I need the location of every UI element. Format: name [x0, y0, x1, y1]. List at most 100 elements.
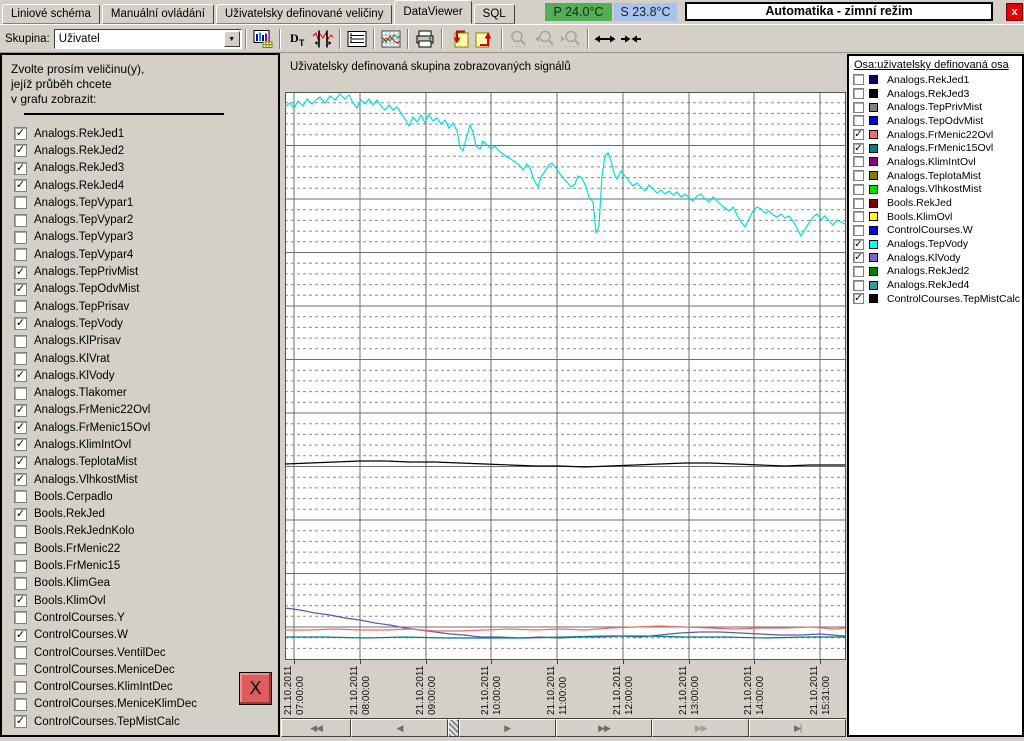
- legend-row: Analogs.RekJed3: [849, 87, 1022, 101]
- scroll-grip[interactable]: [448, 719, 459, 737]
- legend-list-icon: [346, 29, 368, 49]
- signal-checkbox-analogs-tepvypar2[interactable]: [14, 214, 27, 227]
- signal-row: ✓Analogs.KlVody: [2, 367, 278, 384]
- signal-checkbox-bools-rekjednkolo[interactable]: [14, 525, 27, 538]
- chart-report-button[interactable]: [251, 28, 275, 50]
- signal-checkbox-analogs-tlakomer[interactable]: [14, 387, 27, 400]
- signal-row: ✓Analogs.VlhkostMist: [2, 471, 278, 488]
- expand-horizontal-button[interactable]: [593, 28, 617, 50]
- signal-checkbox-analogs-tepvypar1[interactable]: [14, 196, 27, 209]
- signal-checkbox-analogs-klvrat[interactable]: [14, 352, 27, 365]
- legend-row: ✓Analogs.FrMenic15Ovl: [849, 141, 1022, 155]
- legend-checkbox-analogs-teplotamist[interactable]: [853, 170, 864, 181]
- signal-checkbox-analogs-vlhkostmist[interactable]: ✓: [14, 473, 27, 486]
- signal-cursors-button[interactable]: [311, 28, 335, 50]
- x-axis-label: 21.10.2011 10:00:00: [480, 666, 503, 715]
- signal-checkbox-analogs-tepvypar4[interactable]: [14, 248, 27, 261]
- legend-checkbox-analogs-frmenic15ovl[interactable]: ✓: [853, 143, 864, 154]
- signal-row: ✓Analogs.TeplotaMist: [2, 454, 278, 471]
- legend-checkbox-analogs-rekjed4[interactable]: [853, 280, 864, 291]
- group-select[interactable]: Uživatel ▼: [54, 29, 242, 49]
- tab-u-ivatelsky-definovan-veli-iny[interactable]: Uživatelsky definované veličiny: [216, 4, 393, 24]
- scroll-left-button[interactable]: ◀: [351, 719, 448, 737]
- close-app-button[interactable]: x: [1006, 3, 1023, 21]
- collapse-horizontal-button[interactable]: [619, 28, 643, 50]
- zoom-reset-button[interactable]: [507, 28, 531, 50]
- export-data-button[interactable]: [473, 28, 497, 50]
- legend-list-button[interactable]: [345, 28, 369, 50]
- legend-label: Analogs.RekJed1: [887, 74, 969, 86]
- signal-checkbox-analogs-klprisav[interactable]: [14, 335, 27, 348]
- signal-checkbox-analogs-rekjed3[interactable]: ✓: [14, 162, 27, 175]
- legend-checkbox-analogs-rekjed1[interactable]: [853, 74, 864, 85]
- signal-checkbox-controlcourses-klimintdec[interactable]: [14, 681, 27, 694]
- signal-label: Bools.FrMenic22: [34, 543, 120, 555]
- scroll-to-end-button[interactable]: ▶|: [749, 719, 846, 737]
- signal-checkbox-analogs-tepvypar3[interactable]: [14, 231, 27, 244]
- signal-checkbox-analogs-tepprisav[interactable]: [14, 300, 27, 313]
- signal-label: ControlCourses.VentilDec: [34, 647, 166, 659]
- signal-checkbox-analogs-teplotamist[interactable]: ✓: [14, 456, 27, 469]
- signal-checkbox-bools-rekjed[interactable]: ✓: [14, 508, 27, 521]
- signal-checkbox-bools-klimgea[interactable]: [14, 577, 27, 590]
- signal-checkbox-controlcourses-y[interactable]: [14, 611, 27, 624]
- signal-checkbox-controlcourses-menicedec[interactable]: [14, 663, 27, 676]
- legend-checkbox-analogs-klimintovl[interactable]: [853, 156, 864, 167]
- signal-checkbox-analogs-tepprivmist[interactable]: ✓: [14, 266, 27, 279]
- legend-checkbox-analogs-frmenic22ovl[interactable]: ✓: [853, 129, 864, 140]
- tab-sql[interactable]: SQL: [474, 4, 515, 24]
- signal-checkbox-analogs-tepvody[interactable]: ✓: [14, 317, 27, 330]
- legend-checkbox-controlcourses-tepmistcalc[interactable]: ✓: [853, 293, 864, 304]
- signal-checkbox-bools-frmenic22[interactable]: [14, 542, 27, 555]
- legend-checkbox-analogs-tepprivmist[interactable]: [853, 102, 864, 113]
- scroll-far-left-button[interactable]: ◀◀: [281, 719, 351, 737]
- signal-row: ControlCourses.VentilDec: [2, 644, 278, 661]
- signal-checkbox-analogs-klvody[interactable]: ✓: [14, 369, 27, 382]
- legend-checkbox-controlcourses-w[interactable]: [853, 225, 864, 236]
- signal-checkbox-analogs-rekjed4[interactable]: ✓: [14, 179, 27, 192]
- signal-checkbox-analogs-tepodvmist[interactable]: ✓: [14, 283, 27, 296]
- legend-checkbox-bools-klimovl[interactable]: [853, 211, 864, 222]
- scroll-right-fast-button[interactable]: ▶▶: [556, 719, 653, 737]
- signal-checkbox-controlcourses-meniceklimdec[interactable]: [14, 698, 27, 711]
- legend-color-swatch: [869, 253, 878, 262]
- signal-checkbox-analogs-frmenic15ovl[interactable]: ✓: [14, 421, 27, 434]
- signal-checkbox-analogs-rekjed1[interactable]: ✓: [14, 127, 27, 140]
- signal-label: ControlCourses.W: [34, 629, 128, 641]
- legend-checkbox-analogs-rekjed3[interactable]: [853, 88, 864, 99]
- x-axis-label: 21.10.2011 07:00:00: [283, 666, 306, 715]
- legend-checkbox-analogs-vlhkostmist[interactable]: [853, 184, 864, 195]
- signal-checkbox-analogs-frmenic22ovl[interactable]: ✓: [14, 404, 27, 417]
- x-axis-label: 21.10.2011 11:00:00: [546, 666, 569, 715]
- print-button[interactable]: [413, 28, 437, 50]
- scroll-right-button[interactable]: ▶: [459, 719, 556, 737]
- tab-bar: Liniové schémaManuální ovládáníUživatels…: [0, 0, 1024, 24]
- legend-checkbox-analogs-rekjed2[interactable]: [853, 266, 864, 277]
- signal-label: Analogs.TepVypar1: [34, 197, 133, 209]
- signal-checkbox-analogs-klimintovl[interactable]: ✓: [14, 438, 27, 451]
- signal-checkbox-controlcourses-w[interactable]: ✓: [14, 629, 27, 642]
- legend-checkbox-analogs-tepvody[interactable]: ✓: [853, 239, 864, 250]
- zoom-out-button[interactable]: [559, 28, 583, 50]
- legend-checkbox-bools-rekjed[interactable]: [853, 198, 864, 209]
- signal-checkbox-analogs-rekjed2[interactable]: ✓: [14, 144, 27, 157]
- scroll-right-page-button[interactable]: ▶▶: [652, 719, 749, 737]
- chevron-down-icon[interactable]: ▼: [224, 31, 240, 47]
- signal-checkbox-controlcourses-ventildec[interactable]: [14, 646, 27, 659]
- tab-manu-ln-ovl-d-n-[interactable]: Manuální ovládání: [102, 4, 214, 24]
- tab-liniov-sch-ma[interactable]: Liniové schéma: [2, 4, 100, 24]
- x-axis-label: 21.10.2011 14:00:00: [743, 666, 766, 715]
- zoom-in-button[interactable]: [533, 28, 557, 50]
- legend-checkbox-analogs-klvody[interactable]: ✓: [853, 252, 864, 263]
- graph-grid-button[interactable]: [379, 28, 403, 50]
- signal-checkbox-controlcourses-tepmistcalc[interactable]: ✓: [14, 715, 27, 728]
- legend-label: Analogs.KlVody: [887, 252, 961, 264]
- import-data-button[interactable]: [447, 28, 471, 50]
- dt-mode-button[interactable]: D T: [285, 28, 309, 50]
- legend-checkbox-analogs-tepodvmist[interactable]: [853, 115, 864, 126]
- signal-checkbox-bools-cerpadlo[interactable]: [14, 490, 27, 503]
- signal-checkbox-bools-klimovl[interactable]: ✓: [14, 594, 27, 607]
- panel-close-button[interactable]: X: [239, 672, 272, 705]
- signal-checkbox-bools-frmenic15[interactable]: [14, 560, 27, 573]
- tab-dataviewer[interactable]: DataViewer: [394, 0, 471, 24]
